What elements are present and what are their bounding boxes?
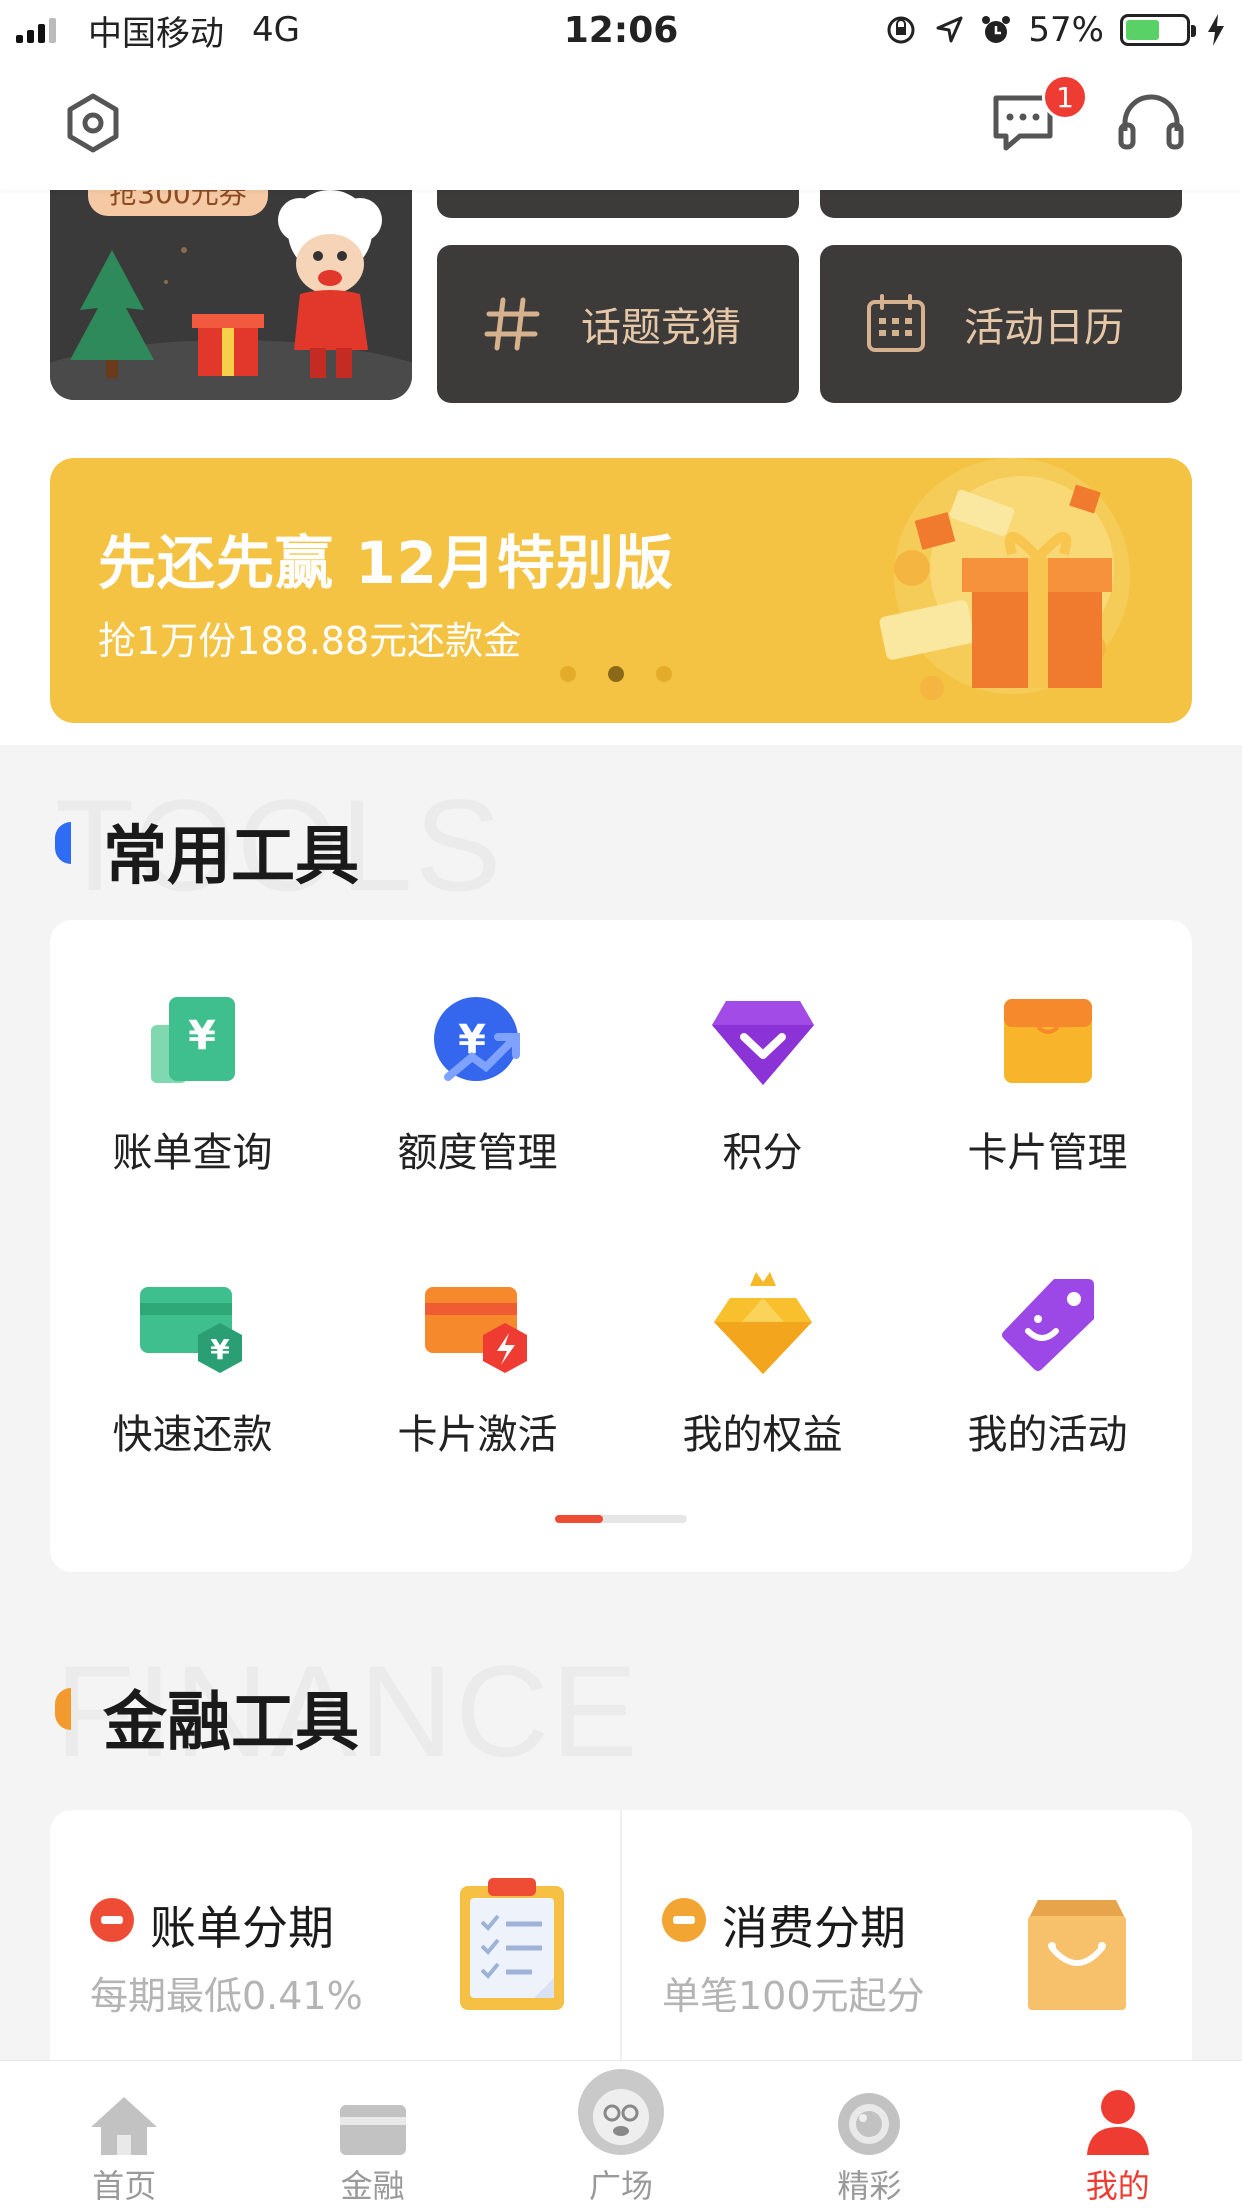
tool-bill-query[interactable]: ¥ 账单查询 [50, 986, 335, 1178]
tool-card-manage[interactable]: 卡片管理 [905, 986, 1190, 1178]
svg-text:¥: ¥ [188, 1013, 216, 1059]
camera-lens-icon [836, 2089, 902, 2157]
battery-icon [1120, 14, 1196, 46]
tool-label: 额度管理 [397, 1130, 558, 1176]
dark-tile-top-left[interactable] [437, 190, 799, 218]
tool-label: 卡片激活 [397, 1412, 558, 1458]
calendar-icon [854, 282, 938, 366]
network-label: 4G [252, 10, 300, 50]
tools-pager-active [555, 1515, 603, 1523]
banner-dot-active[interactable] [608, 666, 624, 682]
fin-item-subtitle: 单笔100元起分 [662, 1974, 925, 2018]
banner-title: 先还先赢 12月特别版 [98, 529, 674, 597]
banner-dot[interactable] [656, 666, 672, 682]
tool-label: 快速还款 [112, 1412, 273, 1458]
tools-section-header: TOOLS 常用工具 [0, 770, 1242, 918]
svg-text:¥: ¥ [210, 1333, 230, 1366]
tool-label: 账单查询 [112, 1130, 273, 1176]
shopping-bag-icon [1022, 1876, 1132, 2016]
christmas-promo-card[interactable]: 抢300元券 [50, 190, 412, 400]
tools-pager [555, 1515, 687, 1523]
bill-installment-dot-icon [90, 1898, 134, 1942]
tab-label: 我的 [1085, 2167, 1150, 2205]
tools-accent-bar [55, 822, 71, 864]
signal-icon [16, 17, 56, 43]
location-arrow-icon [936, 16, 963, 43]
orientation-lock-icon [887, 16, 915, 44]
charging-bolt-icon [1208, 14, 1224, 46]
finance-section-title: 金融工具 [103, 1686, 359, 1760]
tab-label: 金融 [340, 2167, 405, 2205]
tool-my-activities[interactable]: 我的活动 [905, 1268, 1190, 1460]
app-header: 1 [0, 60, 1242, 190]
tab-plaza[interactable]: 广场 [497, 2061, 745, 2208]
tab-label: 首页 [92, 2167, 157, 2205]
fin-item-title: 账单分期 [150, 1901, 334, 1955]
status-bar: 中国移动 4G 12:06 57% [0, 0, 1242, 60]
fin-item-subtitle: 每期最低0.41% [90, 1974, 363, 2018]
bottom-tab-bar: 首页 金融 广场 精彩 我的 [0, 2060, 1242, 2208]
tool-points[interactable]: 积分 [620, 986, 905, 1178]
tool-label: 卡片管理 [967, 1130, 1128, 1176]
tab-finance[interactable]: 金融 [248, 2061, 496, 2208]
consumer-installment-item[interactable]: 消费分期 单笔100元起分 [622, 1810, 1192, 2070]
banner-pagination [560, 666, 672, 682]
tab-home[interactable]: 首页 [0, 2061, 248, 2208]
tool-my-benefits[interactable]: 我的权益 [620, 1268, 905, 1460]
tab-highlights[interactable]: 精彩 [745, 2061, 993, 2208]
tab-mine[interactable]: 我的 [994, 2061, 1242, 2208]
activity-calendar-label: 活动日历 [964, 305, 1124, 351]
activity-tag-icon [993, 1268, 1103, 1378]
banner-dot[interactable] [560, 666, 576, 682]
gift-coins-illustration [879, 458, 1130, 700]
tool-label: 我的权益 [682, 1412, 843, 1458]
message-badge: 1 [1042, 74, 1088, 120]
crown-gem-icon [708, 1268, 818, 1378]
finance-accent-bar [55, 1688, 71, 1730]
tab-label: 广场 [588, 2167, 653, 2205]
tool-credit-limit[interactable]: ¥ 额度管理 [335, 986, 620, 1178]
banner-subtitle: 抢1万份188.88元还款金 [98, 619, 522, 663]
finance-section-header: FINANCE 金融工具 [0, 1636, 1242, 1784]
finance-card: 账单分期 每期最低0.41% 消费分期 单笔100元起分 [50, 1810, 1192, 2070]
card-icon [338, 2089, 408, 2157]
top-section: 抢300元券 话题竞猜 活动日历 先还先赢 12月特别版 抢1万份188.88元… [0, 190, 1242, 745]
promo-banner[interactable]: 先还先赢 12月特别版 抢1万份188.88元还款金 [50, 458, 1192, 723]
activity-calendar-tile[interactable]: 活动日历 [820, 245, 1182, 403]
tools-card: ¥ 账单查询 ¥ 额度管理 积分 卡片管理 ¥ 快速还款 卡片激活 我的权益 我… [50, 920, 1192, 1572]
tool-label: 积分 [722, 1130, 803, 1176]
bill-installment-item[interactable]: 账单分期 每期最低0.41% [50, 1810, 620, 2070]
bill-yen-icon: ¥ [138, 986, 248, 1096]
clipboard-icon [452, 1876, 572, 2016]
alarm-icon [982, 16, 1011, 43]
carrier-label: 中国移动 [88, 13, 224, 54]
topic-guess-label: 话题竞猜 [581, 305, 741, 351]
tool-quick-repay[interactable]: ¥ 快速还款 [50, 1268, 335, 1460]
consumer-installment-dot-icon [662, 1898, 706, 1942]
christmas-illustration [50, 190, 412, 400]
card-activate-icon [423, 1268, 533, 1378]
home-icon [89, 2089, 159, 2157]
dark-tile-top-right[interactable] [820, 190, 1182, 218]
tools-section-title: 常用工具 [103, 820, 359, 894]
quick-repay-icon: ¥ [138, 1268, 248, 1378]
hashtag-icon [471, 282, 555, 366]
settings-hex-icon[interactable] [58, 88, 128, 158]
card-wallet-icon [993, 986, 1103, 1096]
message-icon[interactable]: 1 [988, 74, 1088, 158]
diamond-points-icon [708, 986, 818, 1096]
credit-limit-icon: ¥ [423, 986, 533, 1096]
headset-icon[interactable] [1116, 88, 1186, 158]
fin-item-title: 消费分期 [722, 1901, 906, 1955]
battery-percent: 57% [1028, 10, 1104, 50]
tool-card-activate[interactable]: 卡片激活 [335, 1268, 620, 1460]
tool-label: 我的活动 [967, 1412, 1128, 1458]
topic-guess-tile[interactable]: 话题竞猜 [437, 245, 799, 403]
tab-label: 精彩 [837, 2167, 902, 2205]
person-icon [1083, 2089, 1153, 2157]
mascot-avatar-icon [576, 2069, 666, 2157]
status-time: 12:06 [563, 9, 679, 51]
